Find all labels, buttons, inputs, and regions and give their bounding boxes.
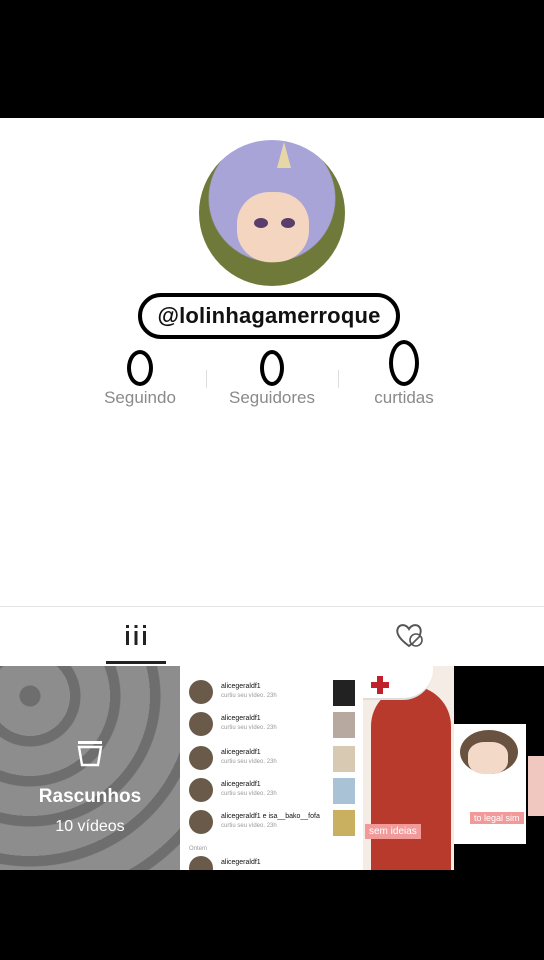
list-item: alicegeraldf1 [189,856,359,870]
red-cross-icon [371,676,389,694]
list-item-name: alicegeraldf1 [221,715,261,722]
avatar [189,746,213,770]
list-item-name: alicegeraldf1 [221,749,261,756]
list-item-thumb [333,746,355,772]
list-item: alicegeraldf1 curtiu seu vídeo. 23h [189,746,359,772]
list-item-name: alicegeraldf1 [221,859,261,866]
list-item-thumb [333,712,355,738]
stat-likes-value: 0 [389,340,419,386]
stat-followers-value: 0 [260,350,284,386]
video-caption: sem ideias [365,824,421,839]
drafts-icon [77,741,103,767]
avatar [189,810,213,834]
avatar [189,712,213,736]
video-caption: to legal sim [470,812,524,824]
list-item-thumb [333,810,355,836]
list-item: alicegeraldf1 e isa__bako__fofa curtiu s… [189,810,359,836]
character-face [468,742,508,774]
avatar-eye-left [254,218,268,228]
stat-following-label: Seguindo [104,388,176,407]
avatar [189,778,213,802]
username: @lolinhagamerroque [157,303,381,328]
character-hair [371,686,451,870]
hidden-heart-icon[interactable] [394,621,424,649]
thumbnail-edge [528,756,544,816]
list-item: alicegeraldf1 curtiu seu vídeo. 23h [189,778,359,804]
profile-avatar[interactable] [199,140,345,286]
list-item-text: curtiu seu vídeo. 23h [221,759,277,765]
grid-icon[interactable] [124,623,148,647]
video-thumbnail[interactable]: sem ideias [363,666,454,870]
unicorn-horn-decoration [277,142,291,168]
avatar-eye-right [281,218,295,228]
stat-following[interactable]: 0 Seguindo [97,350,183,408]
list-item-thumb [333,778,355,804]
drafts-title: Rascunhos [38,786,142,807]
avatar-face [237,192,309,262]
list-item-name: alicegeraldf1 e isa__bako__fofa [221,813,320,820]
drafts-background [0,666,180,870]
list-item-thumb [333,680,355,706]
video-thumbnail[interactable]: to legal sim [454,666,544,870]
stat-likes-label: curtidas [374,388,434,407]
section-label: Ontem [189,846,208,852]
list-item: alicegeraldf1 curtiu seu vídeo. 23h [189,712,359,738]
profile-page: @lolinhagamerroque 0 Seguindo 0 Seguidor… [0,118,544,870]
stat-divider [338,370,339,388]
drafts-tile[interactable]: Rascunhos 10 vídeos [0,666,180,870]
video-thumbnail[interactable]: alicegeraldf1 curtiu seu vídeo. 23h alic… [181,666,363,870]
list-item-text: curtiu seu vídeo. 23h [221,823,277,829]
list-item-name: alicegeraldf1 [221,683,261,690]
list-item: alicegeraldf1 curtiu seu vídeo. 23h [189,680,359,706]
list-item-text: curtiu seu vídeo. 23h [221,725,277,731]
list-item-name: alicegeraldf1 [221,781,261,788]
active-tab-indicator [106,661,166,664]
stat-following-value: 0 [127,350,153,386]
profile-tabs [0,606,544,667]
list-item-text: curtiu seu vídeo. 23h [221,791,277,797]
avatar [189,856,213,870]
stat-likes[interactable]: 0 curtidas [368,340,440,408]
stat-followers[interactable]: 0 Seguidores [221,350,323,408]
stat-followers-label: Seguidores [228,388,315,407]
username-outline: @lolinhagamerroque [138,293,400,339]
video-grid: Rascunhos 10 vídeos alicegeraldf1 curtiu… [0,666,544,870]
list-item-text: curtiu seu vídeo. 23h [221,693,277,699]
avatar [189,680,213,704]
stat-divider [206,370,207,388]
drafts-count: 10 vídeos [55,818,125,835]
